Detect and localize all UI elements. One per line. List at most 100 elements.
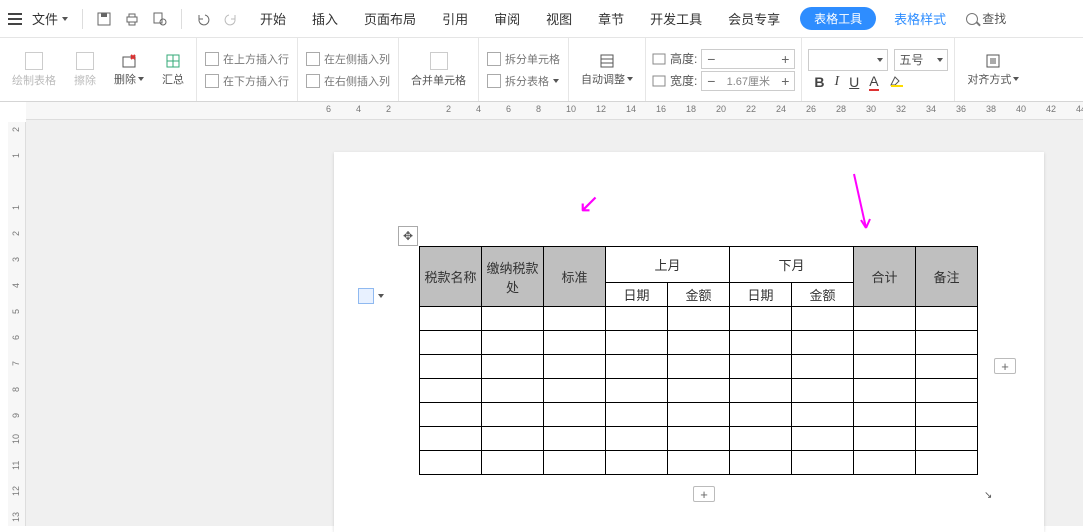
hamburger-icon[interactable] bbox=[6, 13, 24, 25]
th-nm-amount[interactable]: 金额 bbox=[792, 283, 854, 307]
table-row[interactable] bbox=[420, 427, 978, 451]
tab-insert[interactable]: 插入 bbox=[312, 5, 338, 32]
auto-fit-button[interactable]: 自动调整 bbox=[575, 51, 639, 89]
document-table[interactable]: 税款名称 缴纳税款处 标准 上月 下月 合计 备注 日期 金额 日期 金额 bbox=[419, 246, 978, 475]
th-lm-date[interactable]: 日期 bbox=[606, 283, 668, 307]
splitcell-label: 拆分单元格 bbox=[505, 51, 560, 67]
insert-right-label: 在右侧插入列 bbox=[324, 73, 390, 89]
dropdown-icon bbox=[937, 58, 943, 62]
eraser-button[interactable]: 擦除 bbox=[68, 50, 102, 90]
height-icon bbox=[652, 53, 666, 65]
delete-icon bbox=[121, 53, 137, 69]
align-button[interactable]: 对齐方式 bbox=[961, 51, 1025, 89]
th-last-month[interactable]: 上月 bbox=[606, 247, 730, 283]
summary-button[interactable]: 汇总 bbox=[156, 51, 190, 89]
tab-member[interactable]: 会员专享 bbox=[728, 5, 780, 32]
width-icon bbox=[652, 75, 666, 87]
insert-row-above[interactable]: 在上方插入行 bbox=[203, 49, 291, 69]
table-style-tab[interactable]: 表格样式 bbox=[894, 9, 946, 28]
table-row[interactable] bbox=[420, 307, 978, 331]
split-cells-button[interactable]: 拆分单元格 bbox=[485, 49, 562, 69]
height-spinner[interactable]: −+ bbox=[701, 49, 795, 69]
splittbl-label: 拆分表格 bbox=[505, 73, 549, 89]
highlight-button[interactable] bbox=[889, 73, 905, 90]
th-lm-amount[interactable]: 金额 bbox=[668, 283, 730, 307]
delete-button[interactable]: 删除 bbox=[108, 51, 150, 89]
menu-tabs: 开始 插入 页面布局 引用 审阅 视图 章节 开发工具 会员专享 bbox=[260, 5, 780, 32]
tab-references[interactable]: 引用 bbox=[442, 5, 468, 32]
tab-layout[interactable]: 页面布局 bbox=[364, 5, 416, 32]
th-total[interactable]: 合计 bbox=[854, 247, 916, 307]
separator bbox=[82, 9, 83, 29]
draw-table-label: 绘制表格 bbox=[12, 72, 56, 88]
table-row[interactable] bbox=[420, 451, 978, 475]
tab-chapter[interactable]: 章节 bbox=[598, 5, 624, 32]
insert-col-left[interactable]: 在左侧插入列 bbox=[304, 49, 392, 69]
horizontal-ruler: 6422468101214161820222426283032343638404… bbox=[26, 102, 1083, 120]
minus-btn[interactable]: − bbox=[702, 72, 720, 90]
font-color-button[interactable]: A bbox=[869, 73, 878, 91]
summary-icon bbox=[165, 53, 181, 69]
separator bbox=[181, 9, 182, 29]
font-size-value: 五号 bbox=[899, 51, 923, 68]
merge-cells-button[interactable]: 合并单元格 bbox=[405, 50, 472, 90]
table-resize-handle[interactable]: ↘ bbox=[984, 490, 1000, 504]
undo-icon[interactable] bbox=[190, 6, 216, 32]
dropdown-icon bbox=[553, 79, 559, 83]
dropdown-icon bbox=[1013, 77, 1019, 81]
underline-button[interactable]: U bbox=[849, 74, 859, 90]
autofit-icon bbox=[599, 53, 615, 69]
draw-table-button[interactable]: 绘制表格 bbox=[6, 50, 62, 90]
align-icon bbox=[985, 53, 1001, 69]
add-column-button[interactable]: + bbox=[994, 358, 1016, 374]
search-button[interactable]: 查找 bbox=[966, 10, 1006, 27]
dropdown-icon bbox=[877, 58, 883, 62]
minus-btn[interactable]: − bbox=[702, 50, 720, 68]
th-nm-date[interactable]: 日期 bbox=[730, 283, 792, 307]
vertical-ruler: 2112345678910111213 bbox=[8, 122, 26, 526]
print-icon[interactable] bbox=[119, 6, 145, 32]
add-row-button[interactable]: + bbox=[693, 486, 715, 502]
tab-review[interactable]: 审阅 bbox=[494, 5, 520, 32]
tab-start[interactable]: 开始 bbox=[260, 5, 286, 32]
table-tools-tab[interactable]: 表格工具 bbox=[800, 7, 876, 30]
th-next-month[interactable]: 下月 bbox=[730, 247, 854, 283]
save-icon[interactable] bbox=[91, 6, 117, 32]
dropdown-icon bbox=[138, 77, 144, 81]
font-size-select[interactable]: 五号 bbox=[894, 49, 948, 71]
split-table-button[interactable]: 拆分表格 bbox=[485, 71, 562, 91]
file-menu[interactable]: 文件 bbox=[26, 9, 74, 28]
width-input[interactable] bbox=[720, 75, 776, 87]
table-move-handle[interactable]: ✥ bbox=[398, 226, 418, 246]
font-family-select[interactable] bbox=[808, 49, 888, 71]
insert-below-label: 在下方插入行 bbox=[223, 73, 289, 89]
dropdown-icon bbox=[378, 294, 384, 298]
tab-view[interactable]: 视图 bbox=[546, 5, 572, 32]
menubar: 文件 开始 插入 页面布局 引用 审阅 视图 章节 开发工具 会员专享 表格工具… bbox=[0, 0, 1083, 38]
th-pay-place[interactable]: 缴纳税款处 bbox=[482, 247, 544, 307]
th-remark[interactable]: 备注 bbox=[916, 247, 978, 307]
paste-options-tag[interactable] bbox=[358, 288, 384, 304]
table-row[interactable] bbox=[420, 403, 978, 427]
width-spinner[interactable]: −+ bbox=[701, 71, 795, 91]
height-label: 高度: bbox=[670, 50, 697, 67]
height-input[interactable] bbox=[720, 53, 776, 65]
bold-button[interactable]: B bbox=[814, 74, 824, 90]
insert-row-below[interactable]: 在下方插入行 bbox=[203, 71, 291, 91]
search-icon bbox=[966, 13, 978, 25]
print-preview-icon[interactable] bbox=[147, 6, 173, 32]
table-row[interactable] bbox=[420, 355, 978, 379]
plus-btn[interactable]: + bbox=[776, 72, 794, 90]
autofit-label: 自动调整 bbox=[581, 71, 625, 87]
italic-button[interactable]: I bbox=[834, 74, 839, 90]
th-tax-name[interactable]: 税款名称 bbox=[420, 247, 482, 307]
insert-col-right[interactable]: 在右侧插入列 bbox=[304, 71, 392, 91]
merge-label: 合并单元格 bbox=[411, 72, 466, 88]
dropdown-icon bbox=[62, 17, 68, 21]
tab-dev[interactable]: 开发工具 bbox=[650, 5, 702, 32]
table-row[interactable] bbox=[420, 379, 978, 403]
redo-icon[interactable] bbox=[218, 6, 244, 32]
th-standard[interactable]: 标准 bbox=[544, 247, 606, 307]
plus-btn[interactable]: + bbox=[776, 50, 794, 68]
table-row[interactable] bbox=[420, 331, 978, 355]
